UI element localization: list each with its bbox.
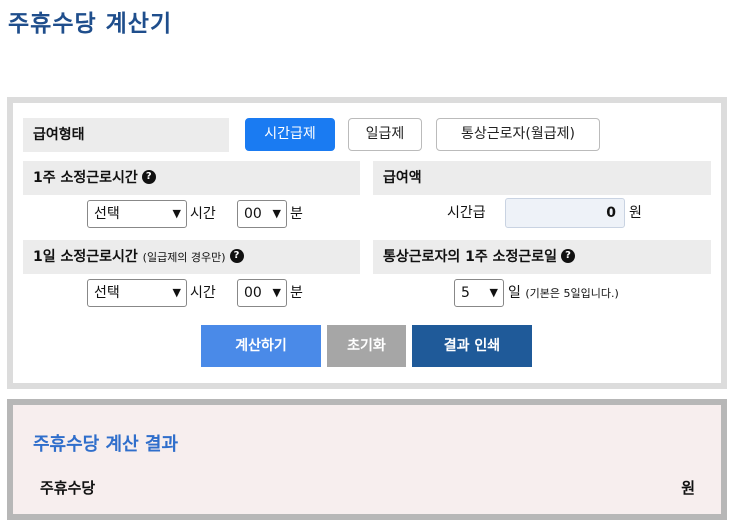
calculator-panel: 급여형태 시간급제 일급제 통상근로자(월급제) 1주 소정근로시간? 선택 ▼ …	[7, 97, 727, 389]
hourly-wage-input[interactable]: 0	[505, 198, 625, 228]
weekly-hours-label: 1주 소정근로시간?	[23, 161, 360, 195]
result-panel: 주휴수당 계산 결과 주휴수당 원	[7, 399, 727, 520]
help-icon[interactable]: ?	[561, 249, 576, 263]
print-result-button[interactable]: 결과 인쇄	[412, 325, 532, 367]
wage-unit: 원	[629, 205, 642, 221]
daily-minutes-select[interactable]: 00 ▼	[237, 279, 287, 307]
pay-type-label: 급여형태	[23, 118, 229, 152]
daily-hours-label: 1일 소정근로시간 (일급제의 경우만)?	[23, 240, 360, 274]
chevron-down-icon: ▼	[489, 286, 498, 299]
weekly-hours-select[interactable]: 선택 ▼	[87, 200, 187, 228]
chevron-down-icon: ▼	[272, 207, 281, 220]
calculate-button[interactable]: 계산하기	[201, 325, 321, 367]
daily-hours-select[interactable]: 선택 ▼	[87, 279, 187, 307]
help-icon[interactable]: ?	[229, 249, 244, 263]
chevron-down-icon: ▼	[172, 286, 181, 299]
work-days-unit: 일 (기본은 5일입니다.)	[508, 285, 619, 301]
chevron-down-icon: ▼	[272, 286, 281, 299]
result-title: 주휴수당 계산 결과	[33, 434, 179, 455]
weekly-minutes-select[interactable]: 00 ▼	[237, 200, 287, 228]
wage-field-label: 시간급	[447, 205, 486, 221]
work-days-select[interactable]: 5 ▼	[454, 279, 504, 307]
page-title: 주휴수당 계산기	[8, 11, 173, 37]
help-icon[interactable]: ?	[141, 170, 156, 184]
chevron-down-icon: ▼	[172, 207, 181, 220]
work-days-label: 통상근로자의 1주 소정근로일?	[373, 240, 711, 274]
result-unit: 원	[681, 479, 695, 497]
daily-hours-unit: 시간	[190, 285, 216, 301]
result-label: 주휴수당	[40, 479, 96, 497]
pay-type-hourly-button[interactable]: 시간급제	[245, 118, 335, 151]
reset-button[interactable]: 초기화	[327, 325, 406, 367]
weekly-hours-unit: 시간	[190, 206, 216, 222]
pay-type-daily-button[interactable]: 일급제	[348, 118, 422, 151]
pay-type-monthly-button[interactable]: 통상근로자(월급제)	[436, 118, 600, 151]
wage-label: 급여액	[373, 161, 711, 195]
daily-minutes-unit: 분	[290, 285, 303, 301]
weekly-minutes-unit: 분	[290, 206, 303, 222]
